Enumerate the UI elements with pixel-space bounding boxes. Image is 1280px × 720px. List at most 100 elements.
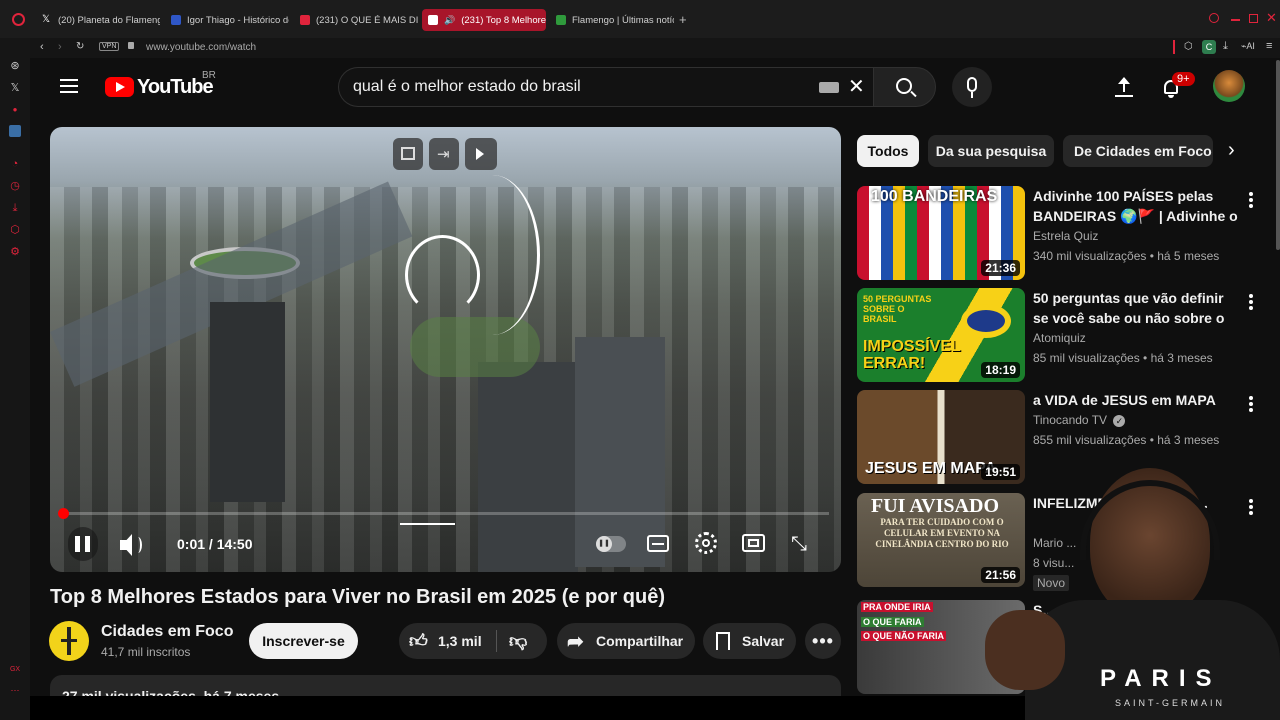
- browser-tab[interactable]: (231) O QUE É MAIS DIFÍC: [294, 9, 418, 31]
- avatar[interactable]: [1213, 70, 1245, 102]
- video-title[interactable]: 50 perguntas que vão definir se você sab…: [1033, 288, 1243, 328]
- voice-search-button[interactable]: [952, 67, 992, 107]
- search-icon-handle: [910, 90, 917, 98]
- thumbnail-title-text: JESUS EM MAPA: [865, 460, 997, 477]
- browser-tab[interactable]: Flamengo | Últimas notícia: [550, 9, 674, 31]
- webcam-headset: [1080, 480, 1220, 560]
- clock-icon[interactable]: ◷: [9, 180, 21, 192]
- bookmark-icon: [716, 632, 730, 650]
- thumbnail-label-1: PRA ONDE IRIA: [861, 602, 933, 612]
- cast-button[interactable]: ⇥: [429, 138, 459, 170]
- youtube-icon: [300, 15, 310, 25]
- save-label: Salvar: [742, 633, 785, 649]
- volume-icon-wave: [134, 537, 142, 553]
- page-scrollbar[interactable]: [1276, 60, 1280, 250]
- progress-bar[interactable]: [58, 508, 829, 519]
- shirt-text: PARIS: [1100, 665, 1222, 692]
- minimize-icon[interactable]: [1231, 19, 1240, 21]
- search-input[interactable]: qual é o melhor estado do brasil ✕: [338, 67, 873, 107]
- microphone-stand: [971, 92, 973, 98]
- channel-name[interactable]: Cidades em Foco: [101, 623, 233, 641]
- subscriber-count: 41,7 mil inscritos: [101, 645, 191, 659]
- theater-mode-button[interactable]: [742, 534, 765, 552]
- more-actions-button[interactable]: •••: [805, 623, 841, 659]
- downloads-icon[interactable]: ⤓: [9, 202, 21, 214]
- settings-icon[interactable]: ⚙: [9, 246, 21, 258]
- hamburger-menu-icon[interactable]: [60, 79, 78, 93]
- extensions-icon[interactable]: ⬡: [9, 224, 21, 236]
- channel-name[interactable]: Atomiquiz: [1033, 331, 1086, 345]
- maximize-icon[interactable]: [1249, 14, 1258, 23]
- share-button[interactable]: ➦ Compartilhar: [557, 623, 695, 659]
- channel-name-text: Tinocando TV: [1033, 413, 1108, 427]
- more-vertical-icon[interactable]: [1249, 192, 1253, 208]
- reload-icon[interactable]: ↻: [76, 41, 84, 52]
- channel-name[interactable]: Estrela Quiz: [1033, 229, 1098, 243]
- channel-avatar[interactable]: [49, 621, 89, 661]
- miniplayer-icon: [401, 147, 415, 160]
- more-icon[interactable]: ⋯: [9, 684, 21, 696]
- chatgpt-icon[interactable]: ⊛: [9, 60, 21, 72]
- browser-tab[interactable]: Igor Thiago - Histórico de: [165, 9, 289, 31]
- miniplayer-button[interactable]: [393, 138, 423, 170]
- extension-puzzle-icon[interactable]: ⬡: [1184, 41, 1193, 52]
- url-field[interactable]: www.youtube.com/watch: [146, 42, 256, 53]
- time-display: 0:01 / 14:50: [177, 536, 253, 552]
- upload-icon[interactable]: [1114, 76, 1134, 98]
- subscribe-button[interactable]: Inscrever-se: [249, 623, 358, 659]
- channel-name[interactable]: Tinocando TV ✓: [1033, 413, 1126, 427]
- video-thumbnail[interactable]: 100 BANDEIRAS 21:36: [857, 186, 1025, 280]
- chip-todos[interactable]: Todos: [857, 135, 919, 167]
- video-meta: 340 mil visualizações • há 5 meses: [1033, 249, 1220, 263]
- clear-search-icon[interactable]: ✕: [848, 74, 865, 99]
- browser-tab[interactable]: 𝕏 (20) Planeta do Flamengo: [36, 9, 160, 31]
- download-icon[interactable]: ⤓: [1223, 40, 1228, 53]
- more-vertical-icon[interactable]: [1249, 396, 1253, 412]
- video-player[interactable]: ⇥ 0:01 / 14:50 ❚❚ ⤡: [50, 127, 841, 572]
- back-icon[interactable]: ‹: [40, 41, 44, 53]
- play-pause-button[interactable]: [68, 527, 98, 561]
- ai-button[interactable]: ⌁AI: [1241, 41, 1255, 52]
- history-icon[interactable]: ◔: [9, 158, 21, 170]
- video-thumbnail[interactable]: 50 PERGUNTAS SOBRE O BRASIL IMPOSSÍVEL E…: [857, 288, 1025, 382]
- keyboard-icon[interactable]: [819, 82, 839, 93]
- like-button[interactable]: 👍︎ 1,3 mil: [399, 623, 496, 659]
- recommended-video[interactable]: 50 PERGUNTAS SOBRE O BRASIL IMPOSSÍVEL E…: [857, 288, 1267, 384]
- volume-button[interactable]: [118, 531, 146, 559]
- video-title[interactable]: Adivinhe 100 PAÍSES pelas BANDEIRAS 🌍🚩 |…: [1033, 186, 1243, 226]
- recommended-video[interactable]: 100 BANDEIRAS 21:36 Adivinhe 100 PAÍSES …: [857, 186, 1267, 282]
- settings-gear-icon[interactable]: [695, 532, 717, 554]
- opera-small-icon[interactable]: ●: [9, 104, 21, 116]
- vpn-badge[interactable]: VPN: [99, 42, 120, 51]
- forward-icon[interactable]: ›: [58, 41, 62, 53]
- next-video-button[interactable]: [465, 138, 497, 170]
- video-title[interactable]: a VIDA de JESUS em MAPA: [1033, 390, 1243, 410]
- menu-icon[interactable]: ≡: [1266, 40, 1272, 52]
- browser-tab-active[interactable]: 🔊 (231) Top 8 Melhores E: [422, 9, 546, 31]
- x-icon[interactable]: 𝕏: [9, 82, 21, 94]
- close-icon[interactable]: ✕: [1266, 10, 1277, 26]
- autoplay-toggle[interactable]: ❚❚: [596, 536, 626, 552]
- thumbs-down-icon: 👎︎: [509, 631, 528, 651]
- brazil-flag-icon: [961, 304, 1011, 338]
- chips-next-button[interactable]: ›: [1220, 135, 1252, 167]
- subtitles-button[interactable]: [647, 535, 669, 552]
- progress-scrubber[interactable]: [58, 508, 69, 519]
- youtube-logo[interactable]: YouTube BR: [105, 70, 216, 100]
- autoplay-knob: ❚❚: [596, 536, 612, 552]
- site-icon: [171, 15, 181, 25]
- save-button[interactable]: Salvar: [703, 623, 796, 659]
- profile-c-icon[interactable]: C: [1202, 40, 1216, 54]
- more-vertical-icon[interactable]: [1249, 294, 1253, 310]
- chip-da-sua-pesquisa[interactable]: Da sua pesquisa: [928, 135, 1054, 167]
- chip-de-cidades-em-foco[interactable]: De Cidades em Foco: [1063, 135, 1213, 167]
- dislike-button[interactable]: 👎︎: [497, 623, 547, 659]
- fullscreen-button[interactable]: ⤡: [791, 532, 813, 554]
- gx-icon[interactable]: GX: [9, 664, 21, 676]
- new-tab-icon[interactable]: +: [679, 12, 687, 27]
- search-button[interactable]: [873, 67, 936, 107]
- microphone-icon: [967, 77, 977, 92]
- search-tabs-icon[interactable]: [1209, 13, 1219, 23]
- app-icon[interactable]: [9, 125, 21, 137]
- opera-logo-icon[interactable]: [12, 13, 25, 26]
